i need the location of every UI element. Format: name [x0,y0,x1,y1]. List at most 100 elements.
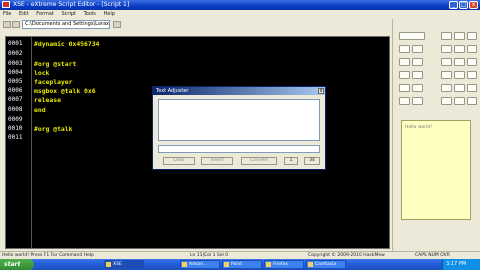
system-tray-clock[interactable]: 3:17 PM [442,259,480,270]
calc-key[interactable] [441,71,452,79]
dialog-output-field[interactable] [158,145,320,153]
text-adjuster-dialog: Text Adjuster x Clear Insert Convert 1 3… [152,86,326,170]
taskbar-item-label: XSE [113,262,122,267]
menu-format[interactable]: Format [33,10,57,19]
line-number: 0003 [8,60,23,67]
convert-button[interactable]: Convert [241,157,277,165]
status-copyright: Copyright © 2009-2010 HackMew [308,253,385,258]
status-cursor-position: Ln 11|Col 1 Sel 0 [190,253,229,258]
calc-key[interactable] [399,45,410,53]
calc-key[interactable] [467,84,477,92]
taskbar: start XSE Advan... Paint Firefox Camtasi… [0,259,480,270]
menu-bar: File Edit Format Script Tools Help [0,10,480,19]
insert-button[interactable]: Insert [201,157,233,165]
taskbar-item[interactable]: Paint [222,260,262,269]
calc-key[interactable] [467,45,477,53]
dialog-text-area[interactable] [158,99,320,141]
calc-key[interactable] [399,84,410,92]
line-count: 1 [284,157,298,165]
line-number: 0011 [8,134,23,141]
new-file-icon[interactable] [3,21,11,28]
app-icon [308,262,313,267]
code-line[interactable]: #org @talk [34,125,72,133]
close-button[interactable]: x [469,1,478,9]
status-keys: CAPS NUM OVR [415,253,450,258]
line-number: 0002 [8,50,23,57]
taskbar-item[interactable]: Firefox [264,260,304,269]
calc-key[interactable] [467,32,477,40]
status-help-text: Hello world! Press F1 For Command Help [2,253,94,258]
line-number: 0010 [8,125,23,132]
code-line[interactable]: release [34,96,61,104]
minimize-button[interactable]: _ [449,1,458,9]
taskbar-item-label: Advan... [189,262,208,267]
calc-key[interactable] [441,45,452,53]
calc-key[interactable] [441,97,452,105]
menu-help[interactable]: Help [101,10,118,19]
calc-key[interactable] [454,97,465,105]
app-icon [266,262,271,267]
calc-key[interactable] [454,45,465,53]
menu-file[interactable]: File [0,10,14,19]
open-file-icon[interactable] [12,21,20,28]
browse-icon[interactable] [113,21,121,28]
notes-text: Hello world! [405,125,433,130]
char-count: 34 [304,157,320,165]
app-icon [2,1,10,8]
menu-edit[interactable]: Edit [16,10,32,19]
calculator-panel: Hello world! [392,19,480,251]
window-title: XSE - eXtreme Script Editor - [Script 1] [13,1,130,8]
code-line[interactable]: msgbox @talk 0x6 [34,87,96,95]
calc-key[interactable] [441,32,452,40]
calc-key[interactable] [454,71,465,79]
taskbar-item[interactable]: Advan... [180,260,220,269]
calc-key[interactable] [441,84,452,92]
dialog-title: Text Adjuster [153,87,325,95]
calc-key[interactable] [441,58,452,66]
window-title-bar[interactable]: XSE - eXtreme Script Editor - [Script 1]… [0,0,480,10]
calc-key[interactable] [467,58,477,66]
calc-key[interactable] [454,58,465,66]
calc-key[interactable] [467,97,477,105]
calc-key[interactable] [412,45,423,53]
calc-key[interactable] [454,84,465,92]
code-line[interactable]: #dynamic 0x456734 [34,40,99,48]
calc-key[interactable] [467,71,477,79]
calc-key[interactable] [412,97,423,105]
clear-button[interactable]: Clear [163,157,195,165]
menu-script[interactable]: Script [58,10,79,19]
app-icon [224,262,229,267]
line-number: 0001 [8,40,23,47]
maximize-button[interactable]: □ [459,1,468,9]
code-line[interactable]: lock [34,69,49,77]
app-icon [182,262,187,267]
menu-tools[interactable]: Tools [81,10,99,19]
calc-key[interactable] [399,97,410,105]
taskbar-item-label: Camtasia [315,262,337,267]
dialog-close-button[interactable]: x [318,88,324,94]
notes-panel[interactable]: Hello world! [401,120,471,220]
taskbar-item[interactable]: Camtasia [306,260,346,269]
screen: XSE - eXtreme Script Editor - [Script 1]… [0,0,480,270]
taskbar-item[interactable]: XSE [104,260,144,269]
calc-display [399,32,425,40]
code-line[interactable]: faceplayer [34,78,72,86]
calc-key[interactable] [412,58,423,66]
rom-path-field[interactable]: C:\Documents and Settings\Lorax\De [22,20,110,29]
line-number: 0008 [8,106,23,113]
line-number: 0009 [8,116,23,123]
calc-key[interactable] [412,71,423,79]
app-icon [106,262,111,267]
calc-key[interactable] [454,32,465,40]
line-number: 0005 [8,78,23,85]
calc-key[interactable] [399,58,410,66]
calc-key[interactable] [412,84,423,92]
line-number: 0007 [8,96,23,103]
code-line[interactable]: end [34,106,46,114]
code-line[interactable]: #org @start [34,60,76,68]
calc-key[interactable] [399,71,410,79]
start-button[interactable]: start [0,259,34,270]
line-number-gutter: 0001 0002 0003 0004 0005 0006 0007 0008 … [6,37,32,248]
line-number: 0004 [8,69,23,76]
toolbar: C:\Documents and Settings\Lorax\De [0,19,390,30]
